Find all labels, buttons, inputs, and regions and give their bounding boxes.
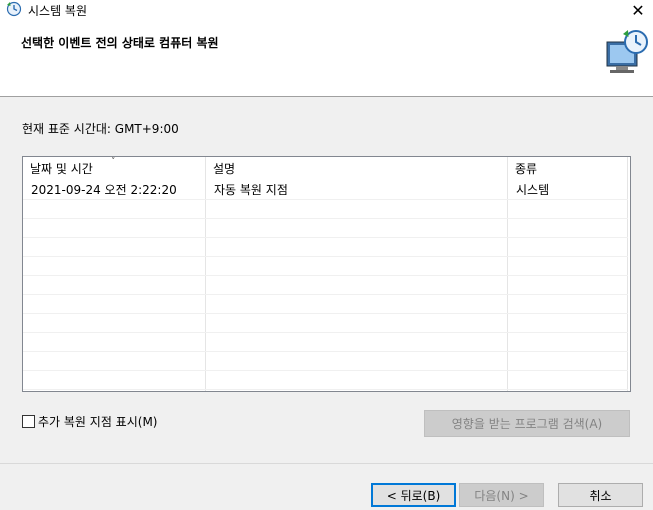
back-button[interactable]: < 뒤로(B) <box>371 483 456 507</box>
empty-row <box>23 200 628 219</box>
empty-row <box>23 314 628 333</box>
column-header-type[interactable]: 종류 <box>508 157 628 181</box>
window-title: 시스템 복원 <box>28 4 88 18</box>
close-button[interactable]: ✕ <box>623 0 653 20</box>
footer-divider <box>0 463 653 464</box>
next-button[interactable]: 다음(N) > <box>459 483 544 507</box>
close-icon: ✕ <box>631 0 645 20</box>
empty-row <box>23 371 628 390</box>
show-more-restore-points[interactable]: 추가 복원 지점 표시(M) <box>22 413 157 430</box>
title-bar: 시스템 복원 ✕ <box>0 0 653 20</box>
table-row[interactable]: 2021-09-24 오전 2:22:20 자동 복원 지점 시스템 <box>23 181 628 200</box>
cell-date: 2021-09-24 오전 2:22:20 <box>31 183 177 197</box>
computer-restore-icon <box>606 30 648 73</box>
restore-point-list[interactable]: 날짜 및 시간 ˅ 설명 종류 2021-09-24 오전 2:22:20 자동… <box>22 156 631 392</box>
wizard-header: 선택한 이벤트 전의 상태로 컴퓨터 복원 <box>0 20 653 97</box>
cell-description: 자동 복원 지점 <box>214 183 288 197</box>
list-header: 날짜 및 시간 ˅ 설명 종류 <box>23 157 628 181</box>
empty-row <box>23 219 628 238</box>
show-more-checkbox[interactable] <box>22 414 35 428</box>
empty-row <box>23 238 628 257</box>
empty-row <box>23 276 628 295</box>
show-more-label[interactable]: 추가 복원 지점 표시(M) <box>38 413 157 430</box>
empty-row <box>23 257 628 276</box>
sort-descending-icon: ˅ <box>111 157 116 167</box>
cell-type: 시스템 <box>516 183 550 197</box>
empty-row <box>23 352 628 371</box>
cancel-button[interactable]: 취소 <box>558 483 643 507</box>
system-restore-icon <box>6 1 22 17</box>
timezone-label: 현재 표준 시간대: GMT+9:00 <box>22 122 179 136</box>
empty-row <box>23 333 628 352</box>
column-header-description[interactable]: 설명 <box>206 157 508 181</box>
empty-row <box>23 295 628 314</box>
page-title: 선택한 이벤트 전의 상태로 컴퓨터 복원 <box>21 36 219 50</box>
scan-affected-programs-button[interactable]: 영향을 받는 프로그램 검색(A) <box>424 410 630 437</box>
